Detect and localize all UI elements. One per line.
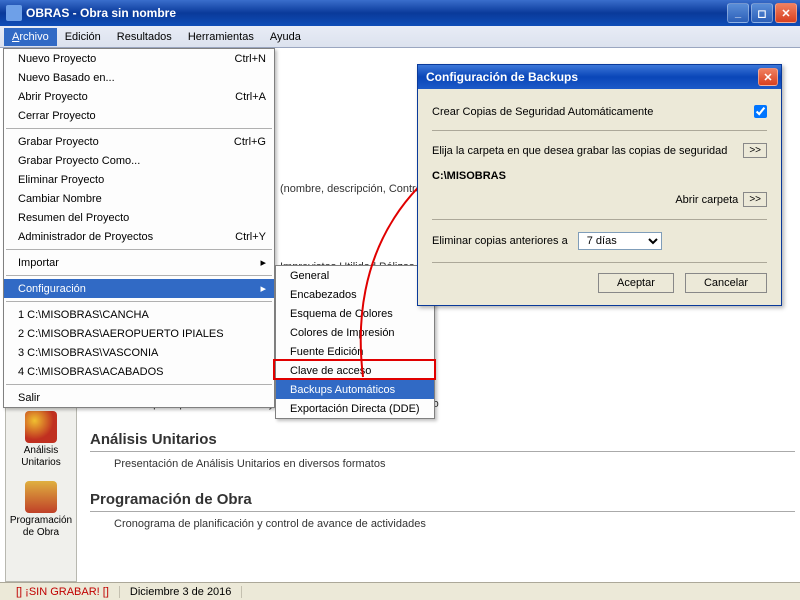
smi-colores-impresion[interactable]: Colores de Impresión <box>276 323 434 342</box>
chevron-right-icon: ▸ <box>260 256 266 269</box>
auto-backup-label: Crear Copias de Seguridad Automáticament… <box>432 106 754 118</box>
minimize-button[interactable]: _ <box>727 3 749 23</box>
smi-general[interactable]: General <box>276 266 434 285</box>
smi-fuente-edicion[interactable]: Fuente Edición <box>276 342 434 361</box>
dialog-titlebar: Configuración de Backups ✕ <box>418 65 781 89</box>
accept-button[interactable]: Aceptar <box>598 273 674 293</box>
mi-administrador[interactable]: Administrador de ProyectosCtrl+Y <box>4 227 274 246</box>
dialog-close-button[interactable]: ✕ <box>758 68 778 86</box>
mi-grabar-proyecto[interactable]: Grabar ProyectoCtrl+G <box>4 132 274 151</box>
maximize-button[interactable]: ◻ <box>751 3 773 23</box>
mi-recent-2[interactable]: 2 C:\MISOBRAS\AEROPUERTO IPIALES <box>4 324 274 343</box>
open-folder-label: Abrir carpeta <box>675 194 738 206</box>
submenu-configuracion: General Encabezados Esquema de Colores C… <box>275 265 435 419</box>
mi-eliminar-proyecto[interactable]: Eliminar Proyecto <box>4 170 274 189</box>
menu-separator <box>6 249 272 250</box>
dialog-title: Configuración de Backups <box>426 70 758 84</box>
menu-separator <box>6 301 272 302</box>
menu-archivo[interactable]: Archivo <box>4 28 57 46</box>
smi-exportacion-dde[interactable]: Exportación Directa (DDE) <box>276 399 434 418</box>
cancel-button[interactable]: Cancelar <box>685 273 767 293</box>
status-unsaved: [] ¡SIN GRABAR! [] <box>6 586 120 598</box>
browse-folder-button[interactable]: >> <box>743 143 767 158</box>
mi-recent-1[interactable]: 1 C:\MISOBRAS\CANCHA <box>4 305 274 324</box>
open-folder-button[interactable]: >> <box>743 192 767 207</box>
mi-configuracion[interactable]: Configuración▸ <box>4 279 274 298</box>
sidebar-programacion[interactable]: Programación de Obra <box>6 475 76 545</box>
smi-clave-acceso[interactable]: Clave de acceso <box>276 361 434 380</box>
smi-backups-automaticos[interactable]: Backups Automáticos <box>276 380 434 399</box>
bg-text: (nombre, descripción, Contrat <box>280 183 425 195</box>
mi-grabar-como[interactable]: Grabar Proyecto Como... <box>4 151 274 170</box>
status-date: Diciembre 3 de 2016 <box>120 586 243 598</box>
statusbar: [] ¡SIN GRABAR! [] Diciembre 3 de 2016 <box>0 582 800 600</box>
section-title-programacion: Programación de Obra <box>90 488 795 512</box>
folder-label: Elija la carpeta en que desea grabar las… <box>432 145 743 157</box>
menu-ayuda[interactable]: Ayuda <box>262 28 309 46</box>
divider <box>432 219 767 220</box>
backup-path: C:\MISOBRAS <box>432 170 767 182</box>
section-desc: Cronograma de planificación y control de… <box>114 518 795 530</box>
menu-separator <box>6 384 272 385</box>
menu-edicion[interactable]: Edición <box>57 28 109 46</box>
window-title: OBRAS - Obra sin nombre <box>26 6 727 20</box>
section-title-analisis: Análisis Unitarios <box>90 428 795 452</box>
sidebar-label: Programación de Obra <box>8 515 74 539</box>
menubar: Archivo Edición Resultados Herramientas … <box>0 26 800 48</box>
mi-nuevo-basado[interactable]: Nuevo Basado en... <box>4 68 274 87</box>
menu-resultados[interactable]: Resultados <box>109 28 180 46</box>
auto-backup-checkbox[interactable] <box>754 105 767 118</box>
mi-nuevo-proyecto[interactable]: Nuevo ProyectoCtrl+N <box>4 49 274 68</box>
app-icon <box>6 5 22 21</box>
menu-separator <box>6 128 272 129</box>
menu-herramientas[interactable]: Herramientas <box>180 28 262 46</box>
delete-copies-label: Eliminar copias anteriores a <box>432 235 568 247</box>
chevron-right-icon: ▸ <box>260 282 266 295</box>
window-titlebar: OBRAS - Obra sin nombre _ ◻ ✕ <box>0 0 800 26</box>
mi-cambiar-nombre[interactable]: Cambiar Nombre <box>4 189 274 208</box>
smi-esquema-colores[interactable]: Esquema de Colores <box>276 304 434 323</box>
analisis-icon <box>25 411 57 443</box>
days-select[interactable]: 7 días <box>578 232 662 250</box>
mi-importar[interactable]: Importar▸ <box>4 253 274 272</box>
mi-cerrar-proyecto[interactable]: Cerrar Proyecto <box>4 106 274 125</box>
smi-encabezados[interactable]: Encabezados <box>276 285 434 304</box>
mi-recent-4[interactable]: 4 C:\MISOBRAS\ACABADOS <box>4 362 274 381</box>
menu-archivo-dropdown: Nuevo ProyectoCtrl+N Nuevo Basado en... … <box>3 48 275 408</box>
section-desc: Presentación de Análisis Unitarios en di… <box>114 458 795 470</box>
divider <box>432 130 767 131</box>
mi-abrir-proyecto[interactable]: Abrir ProyectoCtrl+A <box>4 87 274 106</box>
mi-recent-3[interactable]: 3 C:\MISOBRAS\VASCONIA <box>4 343 274 362</box>
sidebar-label: Análisis Unitarios <box>8 445 74 469</box>
mi-salir[interactable]: Salir <box>4 388 274 407</box>
backup-config-dialog: Configuración de Backups ✕ Crear Copias … <box>417 64 782 306</box>
close-button[interactable]: ✕ <box>775 3 797 23</box>
mi-resumen-proyecto[interactable]: Resumen del Proyecto <box>4 208 274 227</box>
sidebar-analisis[interactable]: Análisis Unitarios <box>6 405 76 475</box>
menu-separator <box>6 275 272 276</box>
programacion-icon <box>25 481 57 513</box>
